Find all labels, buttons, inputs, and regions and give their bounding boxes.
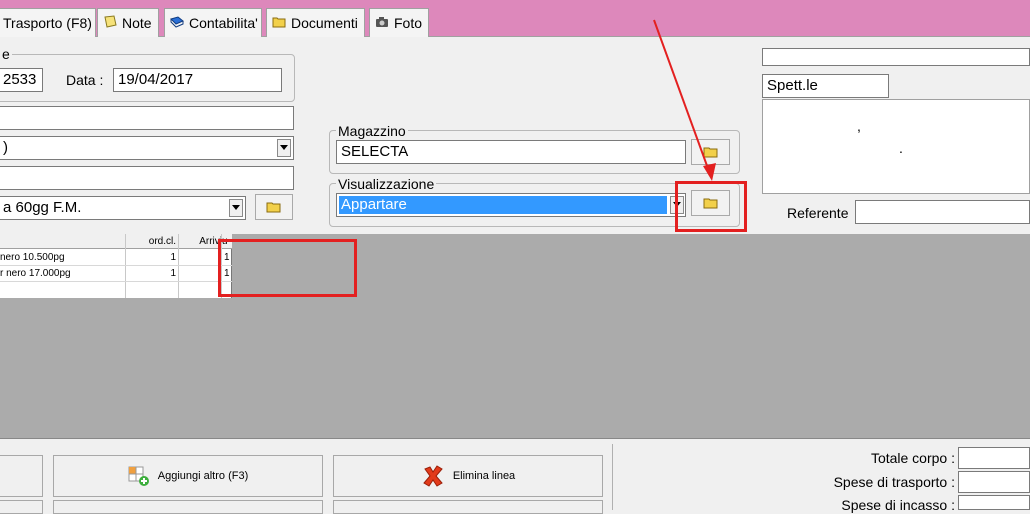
payment-combo[interactable]: a 60gg F.M.	[0, 196, 246, 220]
action-button-left[interactable]	[0, 455, 43, 497]
row-ord: 1	[170, 252, 176, 263]
payment-value: a 60gg F.M.	[3, 199, 82, 216]
tab-label: Foto	[394, 15, 423, 31]
tab-note[interactable]: Note	[97, 8, 159, 37]
annotation-arrow-icon	[653, 19, 716, 181]
add-other-button[interactable]: Aggiungi altro (F3)	[53, 455, 323, 497]
tab-label: Trasporto (F8)	[3, 15, 92, 31]
row-description: r nero 17.000pg	[0, 268, 71, 279]
dropdown-button-1[interactable]	[277, 139, 291, 157]
tab-label: Documenti	[291, 15, 358, 31]
chevron-down-icon	[280, 145, 288, 150]
tab-documenti[interactable]: Documenti	[266, 8, 365, 37]
salutation-field[interactable]: Spett.le	[762, 74, 889, 98]
spese-incasso-field[interactable]	[958, 495, 1030, 510]
row-description: nero 10.500pg	[0, 252, 65, 263]
spese-trasporto-label: Spese di trasporto :	[833, 474, 955, 490]
combo-field-1[interactable]: )	[0, 136, 294, 160]
table-row[interactable]	[0, 282, 232, 297]
delete-x-icon	[423, 465, 443, 487]
action-button-row2[interactable]	[333, 500, 603, 514]
folder-icon	[271, 14, 287, 33]
tab-label: Contabilita'	[189, 15, 258, 31]
grid-header-arrivi[interactable]: Arrivi	[179, 234, 222, 249]
tab-contabilita[interactable]: Contabilita'	[164, 8, 262, 37]
row-ord: 1	[170, 268, 176, 279]
address-mark: ,	[857, 118, 861, 134]
header-group-title: e	[0, 46, 12, 62]
delete-line-label: Elimina linea	[452, 470, 516, 482]
tab-foto[interactable]: Foto	[369, 8, 429, 37]
magazzino-label: Magazzino	[336, 123, 408, 139]
action-button-row2[interactable]	[53, 500, 323, 514]
combo-value: )	[3, 139, 8, 156]
order-lines-grid[interactable]: ord.cl. Arrivi u nero 10.500pg 1 1 r ner…	[0, 234, 232, 298]
note-icon	[102, 14, 118, 33]
payment-browse-button[interactable]	[255, 194, 293, 220]
recipient-top-field[interactable]	[762, 48, 1030, 66]
tab-trasporto[interactable]: Trasporto (F8)	[0, 8, 96, 37]
address-mark: .	[899, 140, 903, 156]
chevron-down-icon	[232, 205, 240, 210]
document-number-field[interactable]: 2533	[0, 68, 43, 92]
bottom-divider	[612, 444, 613, 510]
bottom-separator	[0, 438, 1030, 439]
text-field-2[interactable]	[0, 166, 294, 190]
tab-label: Note	[122, 15, 152, 31]
referente-field[interactable]	[855, 200, 1030, 224]
recipient-address-box[interactable]: , .	[762, 99, 1030, 194]
spese-trasporto-field[interactable]	[958, 471, 1030, 493]
payment-dropdown-button[interactable]	[229, 199, 243, 217]
visualizzazione-label: Visualizzazione	[336, 176, 437, 192]
text-field-1[interactable]	[0, 106, 294, 130]
referente-label: Referente	[787, 205, 849, 221]
add-other-label: Aggiungi altro (F3)	[157, 470, 249, 482]
totale-corpo-label: Totale corpo :	[870, 450, 955, 466]
delete-line-button[interactable]: Elimina linea	[333, 455, 603, 497]
date-field[interactable]: 19/04/2017	[113, 68, 282, 92]
add-grid-icon	[128, 466, 149, 486]
grid-header-ord[interactable]: ord.cl.	[126, 234, 176, 249]
visualizzazione-selected-value: Appartare	[339, 196, 667, 214]
table-row[interactable]: r nero 17.000pg 1 1	[0, 266, 232, 281]
annotation-highlight-button	[675, 181, 747, 232]
totale-corpo-field[interactable]	[958, 447, 1030, 469]
visualizzazione-combo[interactable]: Appartare	[336, 193, 686, 217]
annotation-highlight-grid	[218, 239, 357, 297]
camera-icon	[374, 14, 390, 33]
table-row[interactable]: nero 10.500pg 1 1	[0, 250, 232, 265]
date-label: Data :	[66, 72, 104, 88]
action-button-left-2[interactable]	[0, 500, 43, 514]
book-icon	[169, 14, 185, 33]
spese-incasso-label: Spese di incasso :	[841, 497, 955, 513]
magazzino-field[interactable]: SELECTA	[336, 140, 686, 164]
folder-icon	[266, 202, 281, 213]
